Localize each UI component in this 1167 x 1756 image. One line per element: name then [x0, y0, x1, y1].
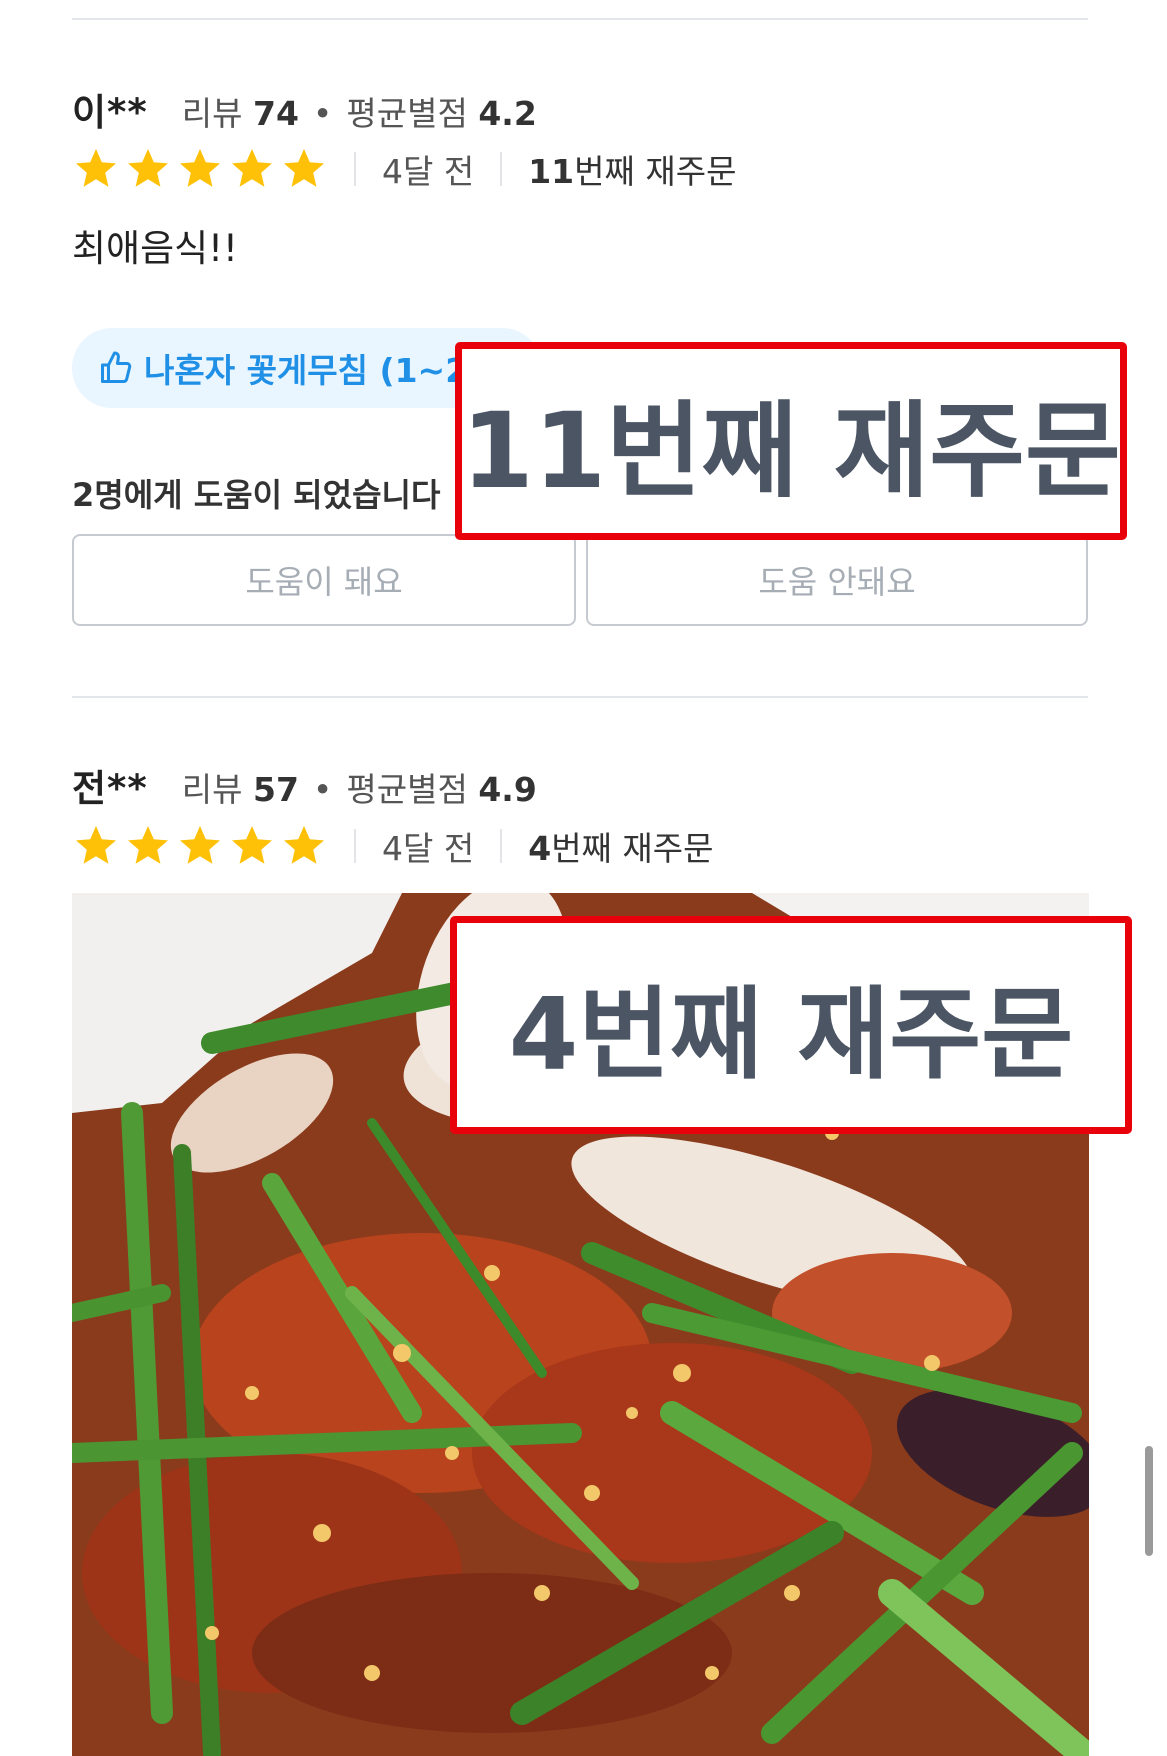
review-meta: 전** 리뷰 57 • 평균별점 4.9 [72, 758, 537, 812]
meta-dot: • [312, 770, 333, 809]
star-icon [180, 826, 220, 864]
star-rating [72, 822, 328, 870]
review-text: 최애음식!! [72, 227, 238, 270]
separator [354, 829, 356, 863]
star-rating [72, 145, 328, 193]
helpful-count-text: 2명에게 도움이 되었습니다 [72, 476, 441, 514]
review-meta: 이** 리뷰 74 • 평균별점 4.2 [72, 82, 537, 136]
thumbs-up-icon [101, 351, 132, 383]
reviewer-nickname[interactable]: 전** [72, 758, 148, 812]
rating-row: 4달 전 11번째 재주문 [72, 145, 736, 193]
menu-chip-label: 나혼자 꽃게무침 (1~2 [144, 351, 469, 390]
star-icon [284, 826, 324, 864]
average-rating: 평균별점 4.9 [346, 770, 537, 809]
separator [354, 152, 356, 186]
rating-row: 4달 전 4번째 재주문 [72, 822, 713, 870]
separator [500, 152, 503, 186]
helpful-button[interactable]: 도움이 돼요 [72, 534, 576, 626]
scrollbar-thumb[interactable] [1145, 1446, 1153, 1556]
reorder-callout: 11번째 재주문 [455, 342, 1127, 540]
average-rating: 평균별점 4.2 [346, 94, 537, 133]
reorder-callout: 4번째 재주문 [450, 916, 1132, 1134]
review-count: 리뷰 74 [181, 94, 299, 133]
reorder-count: 11번째 재주문 [528, 152, 737, 191]
star-icon [284, 149, 324, 187]
review-divider [72, 696, 1088, 698]
review-item: 전** 리뷰 57 • 평균별점 4.9 4달 전 4번째 재주문 [72, 700, 1088, 890]
star-icon [128, 149, 168, 187]
separator [500, 829, 503, 863]
star-icon [232, 826, 272, 864]
star-icon [128, 826, 168, 864]
review-date: 4달 전 [382, 152, 475, 191]
review-date: 4달 전 [382, 829, 475, 868]
star-icon [76, 149, 116, 187]
star-icon [232, 149, 272, 187]
meta-dot: • [312, 94, 333, 133]
not-helpful-button[interactable]: 도움 안돼요 [586, 534, 1088, 626]
reorder-count: 4번째 재주문 [528, 829, 714, 868]
reviewer-nickname[interactable]: 이** [72, 82, 148, 136]
review-count: 리뷰 57 [181, 770, 299, 809]
star-icon [76, 826, 116, 864]
star-icon [180, 149, 220, 187]
